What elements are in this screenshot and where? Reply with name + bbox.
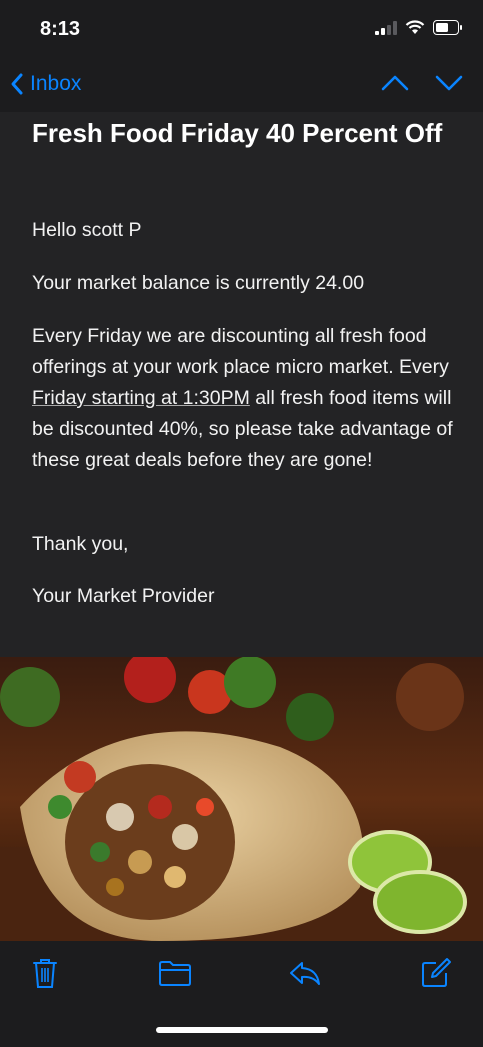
status-time: 8:13 bbox=[40, 18, 81, 40]
promo-paragraph: Every Friday we are discounting all fres… bbox=[32, 321, 462, 476]
chevron-up-icon bbox=[381, 75, 409, 91]
message-navigation bbox=[381, 74, 463, 97]
trash-button[interactable] bbox=[32, 956, 58, 995]
chevron-down-icon bbox=[435, 75, 463, 91]
home-indicator[interactable] bbox=[156, 1027, 328, 1033]
compose-button[interactable] bbox=[420, 957, 452, 994]
signature-text: Your Market Provider bbox=[32, 585, 215, 607]
date-link[interactable]: Friday starting at 1:30PM bbox=[32, 387, 250, 409]
signal-icon bbox=[375, 20, 397, 35]
reply-button[interactable] bbox=[288, 959, 322, 992]
status-bar: 8:13 bbox=[0, 0, 483, 60]
previous-message-button[interactable] bbox=[381, 74, 409, 97]
chevron-left-icon bbox=[11, 73, 23, 95]
wifi-icon bbox=[405, 20, 425, 34]
burrito-illustration bbox=[0, 657, 483, 941]
trash-icon bbox=[33, 959, 57, 988]
closing-text: Thank you, bbox=[32, 533, 129, 555]
nav-bar: Inbox bbox=[0, 60, 483, 112]
next-message-button[interactable] bbox=[435, 74, 463, 97]
burrito-image bbox=[0, 657, 483, 941]
move-to-folder-button[interactable] bbox=[158, 959, 192, 992]
balance-text: Your market balance is currently 24.00 bbox=[32, 272, 365, 294]
back-button[interactable]: Inbox bbox=[10, 72, 81, 96]
greeting-text: Hello scott P bbox=[32, 219, 142, 241]
reply-icon bbox=[290, 962, 320, 985]
email-body: Fresh Food Friday 40 Percent Off Hello s… bbox=[0, 112, 483, 657]
battery-icon bbox=[433, 20, 462, 35]
compose-icon bbox=[422, 958, 451, 987]
status-icons bbox=[375, 20, 463, 35]
promo-text-start: Every Friday we are discounting all fres… bbox=[32, 325, 449, 378]
email-subject: Fresh Food Friday 40 Percent Off bbox=[32, 118, 443, 148]
back-label: Inbox bbox=[30, 72, 82, 95]
folder-icon bbox=[159, 961, 191, 986]
